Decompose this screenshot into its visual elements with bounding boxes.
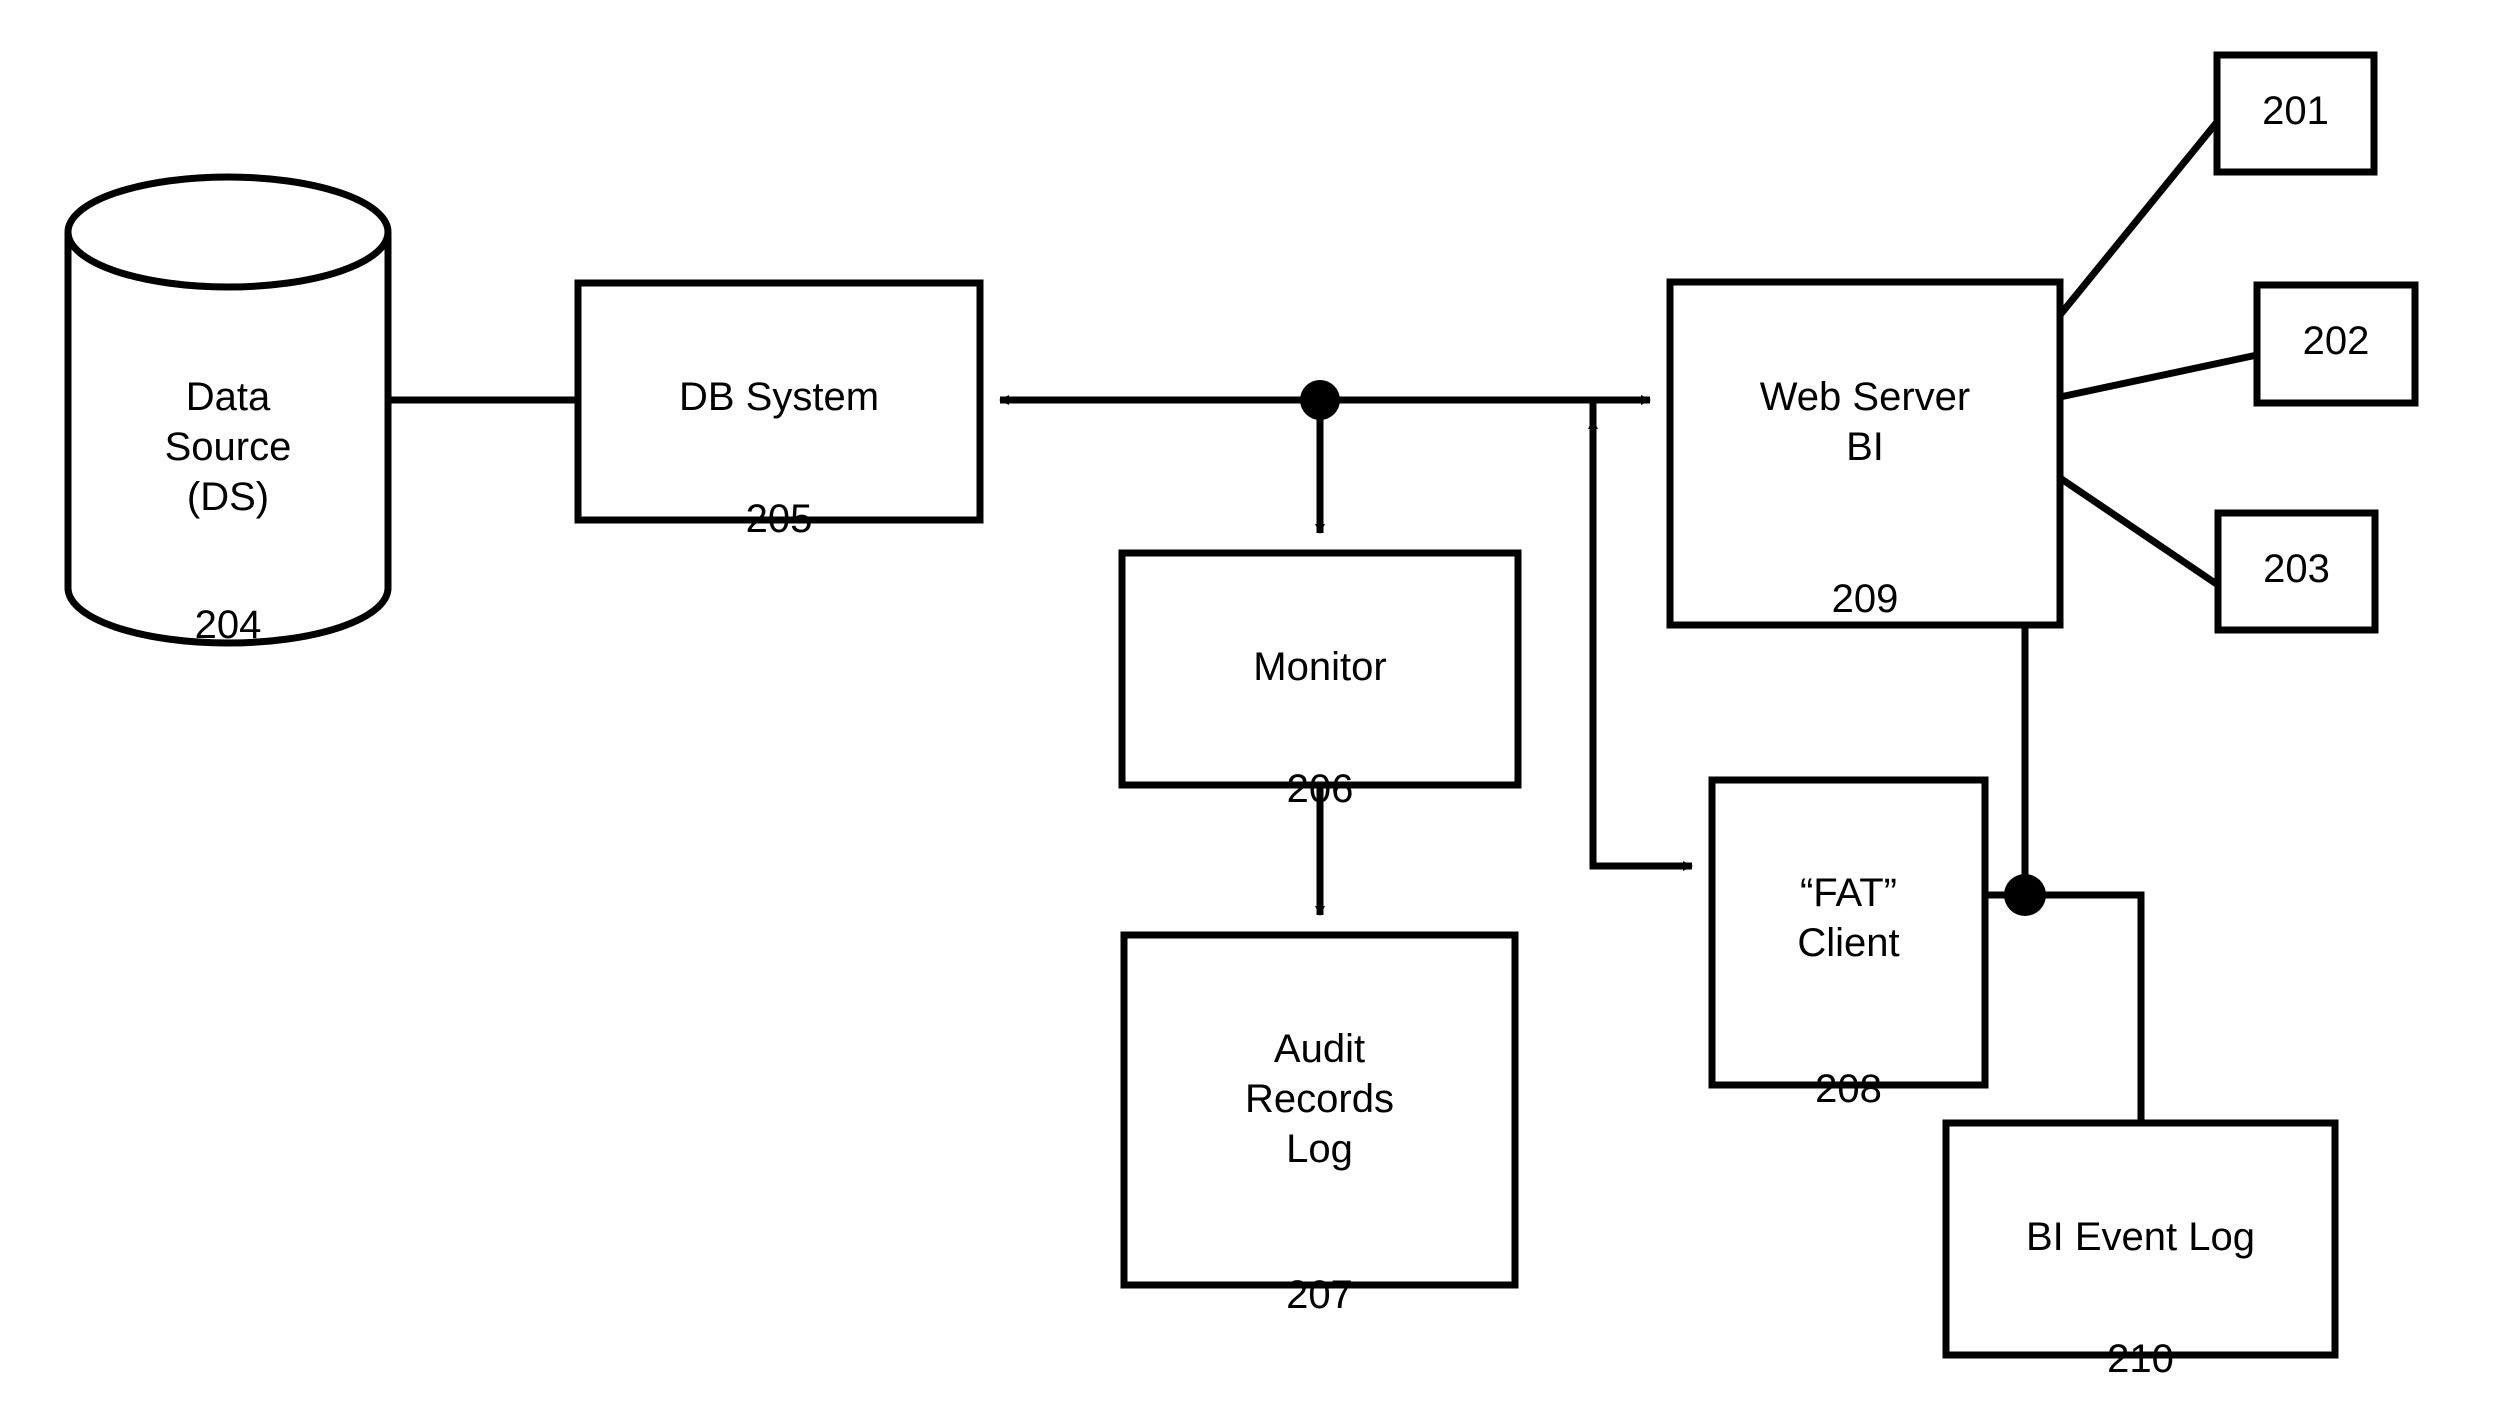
data-source-cylinder (64, 173, 392, 647)
callout-201-label: 201 (2262, 89, 2329, 133)
callout-202-label: 202 (2302, 319, 2370, 363)
fat-client-box (1708, 776, 1989, 1089)
bus-junction-dot (1300, 380, 1340, 420)
connector-bus-to-fat-client (1589, 400, 1693, 871)
diagram-canvas: Data Source (DS) 204 DB System 205 Monit… (0, 0, 2495, 1428)
monitor-box (1118, 549, 1522, 789)
bi-event-junction-dot (2004, 874, 2046, 916)
audit-records-log-box (1120, 931, 1519, 1289)
callout-203-label: 203 (2263, 547, 2330, 591)
connector-web-server-to-bi-event-log (2021, 625, 2145, 1123)
bi-event-log-box (1942, 1119, 2339, 1359)
leader-line-203 (2058, 475, 2220, 588)
leader-line-201 (2057, 119, 2220, 318)
leader-line-202 (2059, 351, 2258, 401)
diagram-vector-layer (64, 51, 2419, 1359)
web-server-bi-box (1666, 278, 2064, 629)
db-system-box (574, 279, 984, 524)
